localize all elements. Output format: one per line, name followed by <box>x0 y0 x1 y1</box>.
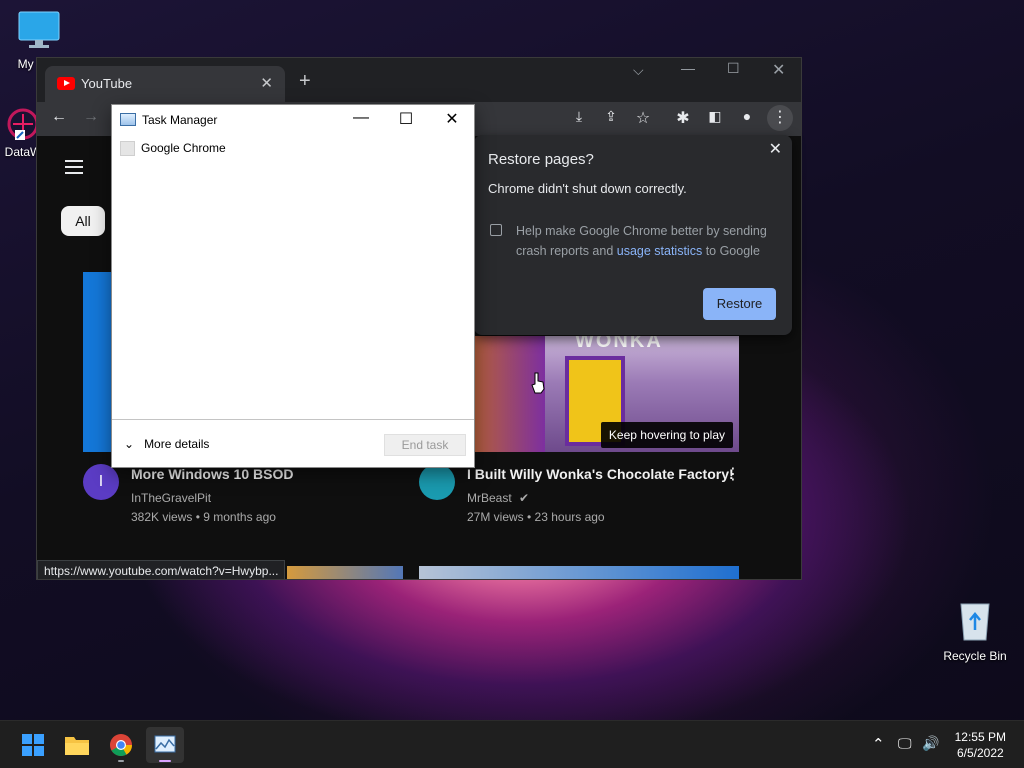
file-explorer-button[interactable] <box>58 727 96 763</box>
usage-statistics-link[interactable]: usage statistics <box>617 244 702 258</box>
restore-button[interactable]: Restore <box>703 288 776 320</box>
youtube-logo-icon <box>57 77 75 90</box>
restore-pages-dialog: ✕ Restore pages? Chrome didn't shut down… <box>474 135 792 335</box>
volume-icon[interactable]: 🔊 <box>922 735 939 752</box>
process-name: Google Chrome <box>141 141 226 155</box>
process-icon <box>120 141 135 157</box>
clock-date: 6/5/2022 <box>956 746 1004 760</box>
windows-logo-icon <box>22 734 44 756</box>
clock-time: 12:55 PM <box>954 730 1006 744</box>
video-thumbnail-wonka[interactable]: WONKA Keep hovering to play <box>475 336 739 452</box>
verified-check-icon: ✔ <box>519 491 530 505</box>
process-row[interactable]: Google Chrome <box>120 141 226 157</box>
thumbnail-sign: WONKA <box>575 336 663 352</box>
new-tab-button[interactable]: + <box>299 70 311 93</box>
task-manager-icon <box>154 735 176 762</box>
close-icon[interactable]: ✕ <box>437 109 467 129</box>
close-icon[interactable]: ✕ <box>769 139 782 159</box>
close-window-icon[interactable]: ✕ <box>772 60 785 80</box>
tab-youtube[interactable]: YouTube ✕ <box>45 66 285 102</box>
video-channel[interactable]: MrBeast <box>467 491 512 505</box>
video-thumbnail[interactable] <box>419 566 739 579</box>
task-manager-icon <box>120 113 136 126</box>
minimize-icon[interactable]: — <box>681 60 695 76</box>
more-details-button[interactable]: ⌄ More details <box>124 437 209 451</box>
maximize-icon[interactable]: ☐ <box>727 60 740 77</box>
video-thumbnail[interactable] <box>287 566 403 579</box>
system-clock[interactable]: 12:55 PM 6/5/2022 <box>955 729 1006 761</box>
video-meta: 382K views • 9 months ago <box>131 510 276 524</box>
forward-button[interactable]: → <box>79 108 103 126</box>
chrome-logo-icon <box>110 734 132 762</box>
install-icon[interactable]: ⤓ <box>567 108 591 125</box>
tab-title: YouTube <box>81 76 133 91</box>
chip-all[interactable]: All <box>61 206 105 236</box>
dialog-subtitle: Chrome didn't shut down correctly. <box>488 181 687 196</box>
desktop-icon-label: Recycle Bin <box>943 649 1007 663</box>
crash-report-checkbox[interactable] <box>490 224 502 236</box>
profile-icon[interactable]: ● <box>735 108 759 124</box>
more-details-label: More details <box>144 437 210 451</box>
help-text: to Google <box>702 244 760 258</box>
hamburger-menu-icon[interactable] <box>65 156 83 178</box>
crash-report-label: Help make Google Chrome better by sendin… <box>516 221 778 261</box>
maximize-icon[interactable]: ☐ <box>391 109 421 129</box>
video-title[interactable]: I Built Willy Wonka's Chocolate Factory! <box>467 466 734 482</box>
back-button[interactable]: ← <box>47 108 71 126</box>
link-status-bar: https://www.youtube.com/watch?v=Hwybp... <box>37 560 286 579</box>
video-menu-icon[interactable]: ⋮ <box>725 464 741 484</box>
thumbnail-person <box>475 336 545 452</box>
window-title: Task Manager <box>142 113 218 127</box>
folder-icon <box>65 737 89 755</box>
menu-kebab-icon[interactable]: ⋮ <box>767 105 793 131</box>
video-meta: 27M views • 23 hours ago <box>467 510 605 524</box>
video-channel[interactable]: InTheGravelPit <box>131 491 211 505</box>
share-icon[interactable]: ⇪ <box>599 108 623 125</box>
network-icon[interactable]: 🖵 <box>898 735 912 752</box>
chevron-down-icon: ⌄ <box>124 437 135 451</box>
chrome-taskbar-button[interactable] <box>102 727 140 763</box>
minimize-icon[interactable]: — <box>346 109 376 127</box>
show-hidden-icons-chevron-up-icon[interactable]: ⌃ <box>872 735 885 753</box>
extensions-icon[interactable]: ✱ <box>671 108 695 128</box>
recycle-bin-icon <box>960 603 990 641</box>
close-tab-icon[interactable]: ✕ <box>260 74 273 92</box>
side-panel-icon[interactable]: ◧ <box>703 108 727 125</box>
bookmark-star-icon[interactable]: ☆ <box>631 108 655 128</box>
dialog-title: Restore pages? <box>488 151 594 168</box>
channel-avatar[interactable] <box>419 464 455 500</box>
tab-strip: YouTube ✕ + ⌵ — ☐ ✕ <box>37 58 801 102</box>
monitor-icon <box>18 11 60 48</box>
channel-avatar[interactable]: I <box>83 464 119 500</box>
hover-tooltip: Keep hovering to play <box>600 422 733 448</box>
desktop-icon-recycle-bin[interactable]: Recycle Bin <box>936 598 1014 663</box>
tab-search-icon[interactable]: ⌵ <box>633 62 644 79</box>
task-manager-footer: ⌄ More details End task <box>112 419 474 469</box>
task-manager-taskbar-button[interactable] <box>146 727 184 763</box>
task-manager-titlebar[interactable]: Task Manager — ☐ ✕ <box>112 105 474 135</box>
hand-cursor-icon <box>531 372 545 394</box>
taskbar: ⌃ 🖵 🔊 12:55 PM 6/5/2022 <box>0 720 1024 768</box>
start-button[interactable] <box>14 727 52 763</box>
video-thumbnail[interactable] <box>83 272 113 452</box>
task-manager-window[interactable]: Task Manager — ☐ ✕ Google Chrome ⌄ More d… <box>111 104 475 468</box>
end-task-button[interactable]: End task <box>384 434 466 456</box>
